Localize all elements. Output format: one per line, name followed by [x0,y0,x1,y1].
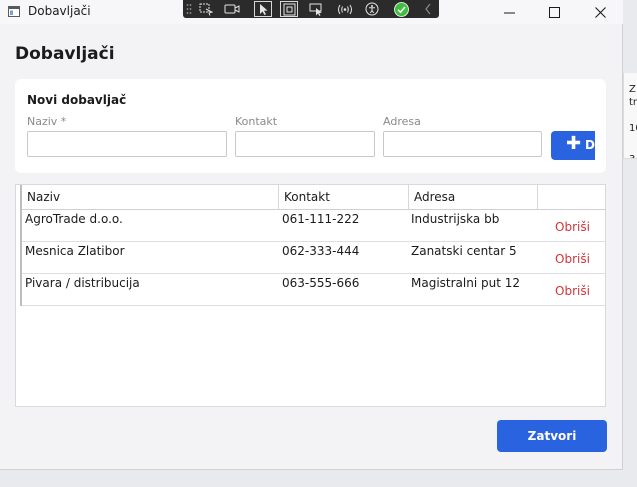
check-circle-icon [393,1,409,17]
toolbar-grip[interactable] [183,1,195,17]
cell-naziv: AgroTrade d.o.o. [25,212,123,226]
cell-adresa: Industrijska bb [411,212,500,226]
binding-check-button[interactable] [392,1,410,17]
dialog-window: Dobavljači Dobavljači Novi dobavljač Naz… [0,0,623,470]
column-header-actions[interactable] [538,185,605,209]
cell-adresa: Zanatski centar 5 [411,244,517,258]
table-row[interactable]: Pivara / distribucija 063-555-666 Magist… [22,273,605,306]
select-element-button[interactable] [197,1,215,17]
name-label: Naziv * [27,115,67,128]
column-header-naziv[interactable]: Naziv [22,185,279,209]
track-focus-button[interactable] [307,1,325,17]
address-input[interactable] [383,131,542,157]
layout-adorner-button[interactable] [280,1,298,17]
background-window-fragment: Z tr 10 3. [623,73,637,159]
grid-header: Naziv Kontakt Adresa [22,185,605,210]
collapse-toolbar-button[interactable] [419,1,437,17]
minimize-button[interactable] [487,0,531,24]
cell-naziv: Pivara / distribucija [25,276,140,290]
pointer-icon [259,3,267,15]
fragment-text: Z [629,84,636,95]
add-supplier-button[interactable]: ✚ Do [551,131,595,160]
grip-icon [186,4,192,14]
delete-link[interactable]: Obriši [555,284,590,298]
page-title: Dobavljači [15,44,115,64]
accessibility-icon [365,2,379,16]
hot-reload-icon [338,4,352,14]
column-header-adresa[interactable]: Adresa [409,185,538,209]
fragment-text: 10 [629,123,637,134]
plus-icon: ✚ [566,133,582,154]
layout-adorner-icon [283,3,295,15]
cell-kontakt: 063-555-666 [282,276,360,290]
new-supplier-title: Novi dobavljač [27,93,127,107]
maximize-icon [548,6,560,18]
record-video-button[interactable] [223,1,241,17]
name-input[interactable] [27,131,227,157]
cell-kontakt: 062-333-444 [282,244,360,258]
column-header-kontakt[interactable]: Kontakt [279,185,409,209]
select-element-icon [199,3,213,16]
cell-adresa: Magistralni put 12 [411,276,521,290]
accessibility-button[interactable] [363,1,381,17]
video-icon [224,4,240,14]
hot-reload-button[interactable] [336,1,354,17]
add-button-label: Do [585,138,595,152]
maximize-button[interactable] [532,0,576,24]
fragment-text: 3. [629,154,637,158]
window-title: Dobavljači [28,4,91,18]
close-dialog-button[interactable]: Zatvori [497,420,607,452]
collapse-chevron-icon [425,3,431,15]
track-focus-icon [309,3,322,16]
close-icon [594,6,606,18]
delete-link[interactable]: Obriši [555,252,590,266]
address-label: Adresa [383,115,421,128]
contact-label: Kontakt [235,115,278,128]
debug-toolbar [183,0,439,18]
window-close-button[interactable] [578,0,622,24]
table-row[interactable]: Mesnica Zlatibor 062-333-444 Zanatski ce… [22,241,605,274]
app-window-icon [8,6,20,17]
cell-kontakt: 061-111-222 [282,212,360,226]
minimize-icon [503,12,515,13]
suppliers-grid: Naziv Kontakt Adresa AgroTrade d.o.o. 06… [15,184,606,407]
fragment-text: tr [629,97,637,108]
cell-naziv: Mesnica Zlatibor [25,244,125,258]
table-row[interactable]: AgroTrade d.o.o. 061-111-222 Industrijsk… [22,209,605,242]
contact-input[interactable] [235,131,375,157]
pointer-mode-button[interactable] [254,1,272,17]
delete-link[interactable]: Obriši [555,220,590,234]
new-supplier-card: Novi dobavljač Naziv * Kontakt Adresa ✚ … [15,79,606,173]
